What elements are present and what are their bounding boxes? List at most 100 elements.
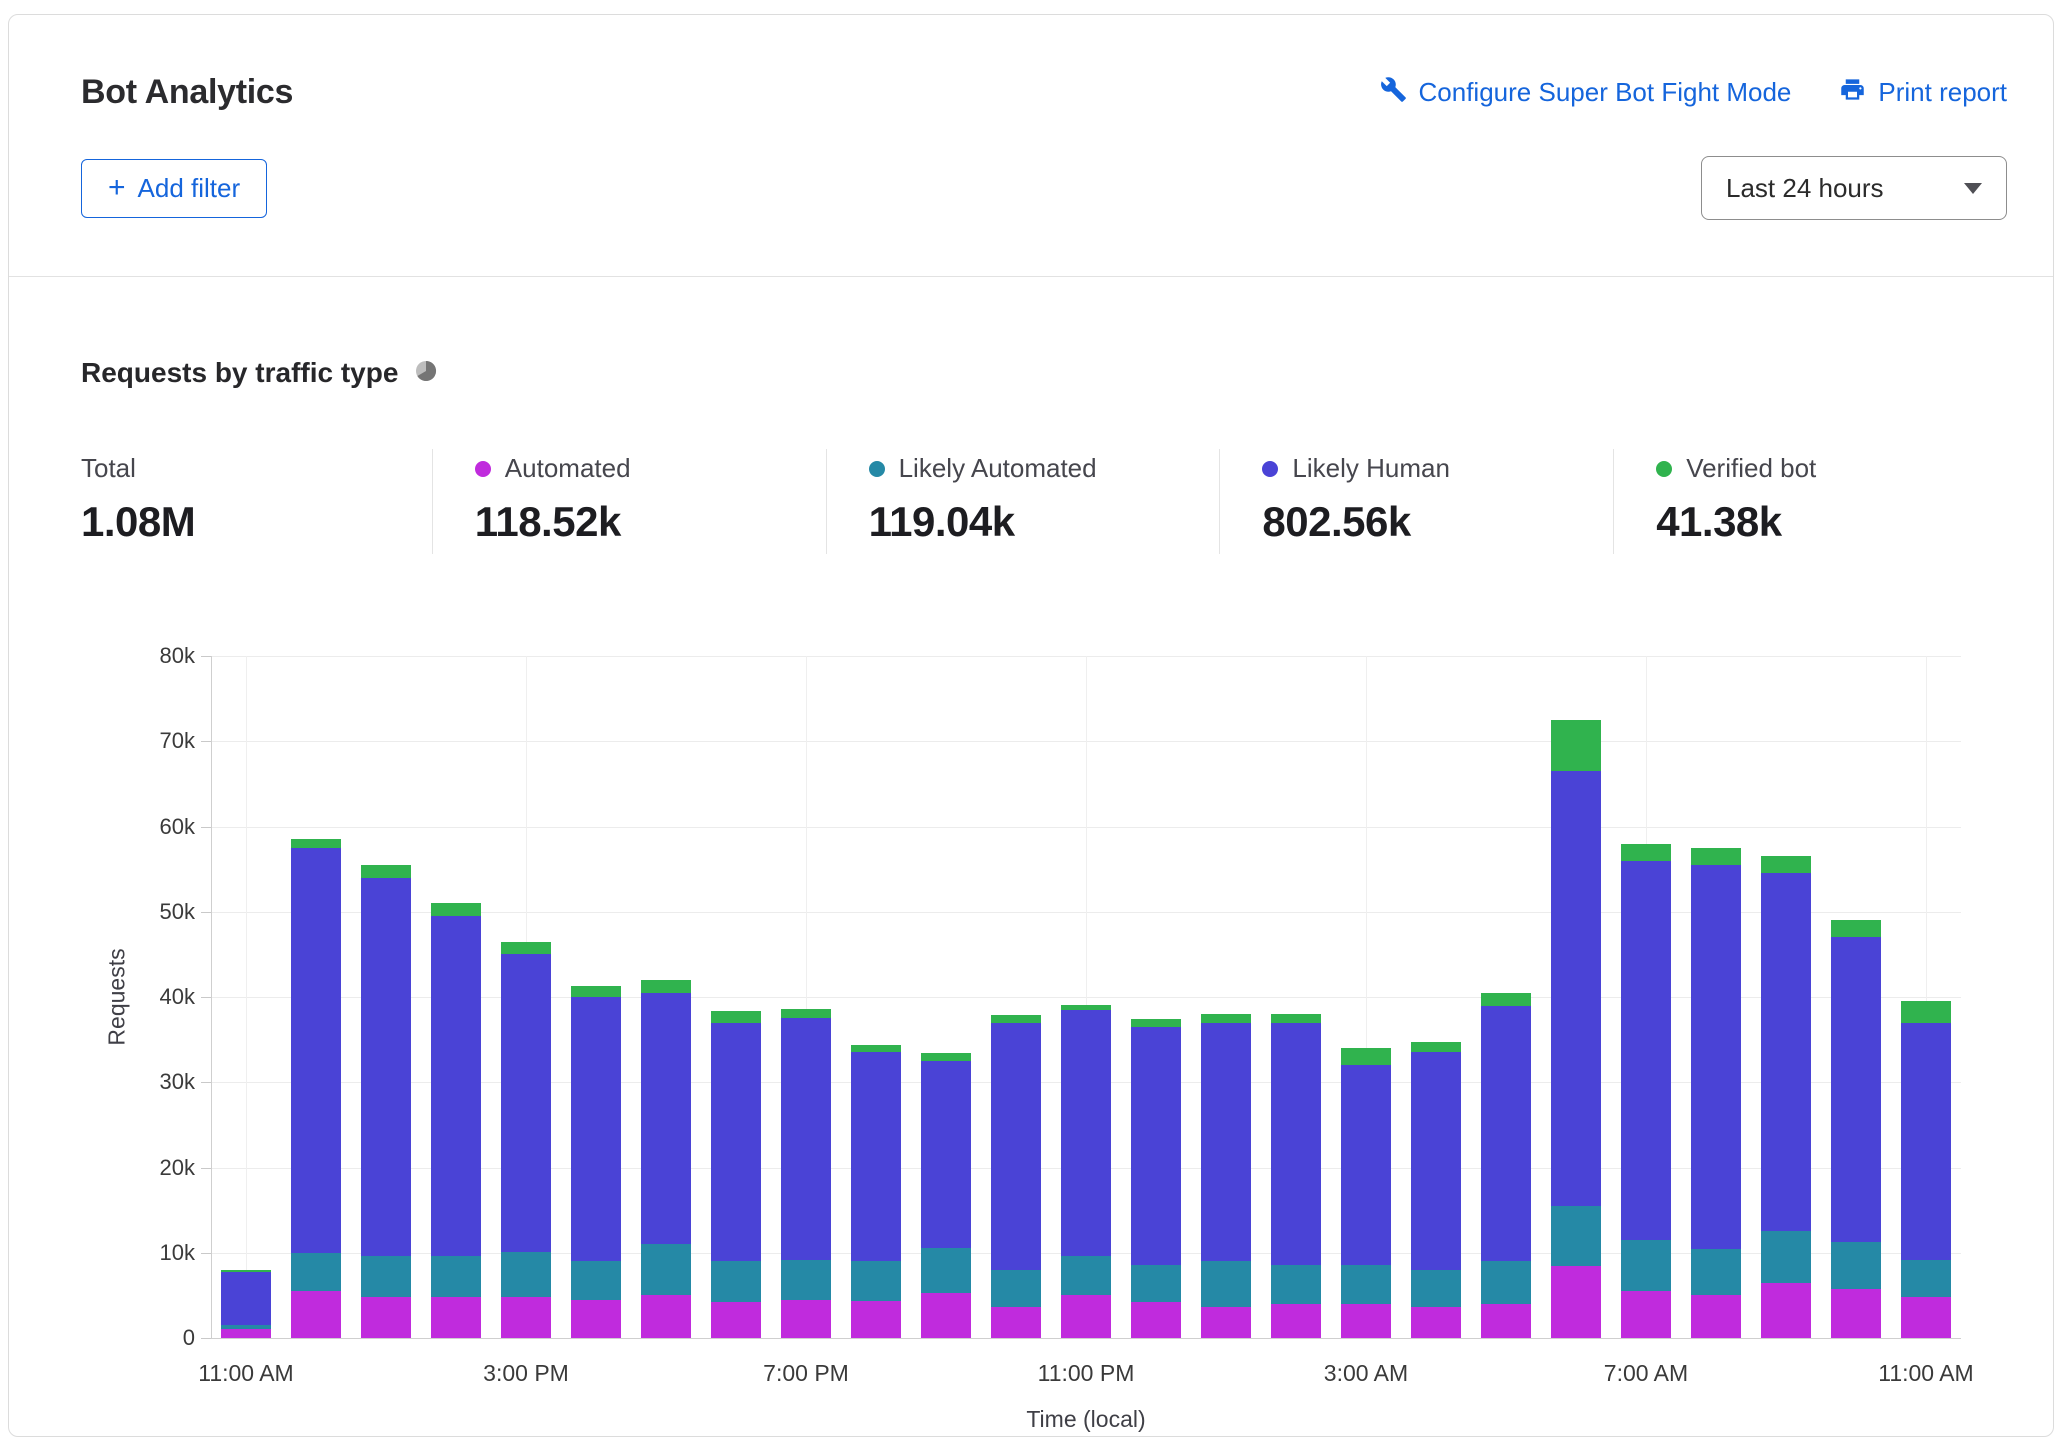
x-tick-label: 7:00 AM	[1536, 1360, 1756, 1387]
bar-hour-1[interactable]	[291, 839, 341, 1338]
time-range-select[interactable]: Last 24 hours	[1701, 156, 2007, 220]
stat-verified-bot[interactable]: Verified bot41.38k	[1613, 449, 2007, 554]
segment-likely-human	[1341, 1065, 1391, 1264]
segment-likely-human	[1131, 1027, 1181, 1265]
bar-hour-22[interactable]	[1761, 856, 1811, 1338]
y-tick-label: 50k	[85, 899, 195, 925]
stats-row: Total1.08MAutomated118.52kLikely Automat…	[81, 449, 2007, 554]
segment-automated	[361, 1297, 411, 1338]
segment-likely-automated	[1831, 1242, 1881, 1289]
segment-verified-bot	[1481, 993, 1531, 1006]
x-tick-label: 3:00 PM	[416, 1360, 636, 1387]
x-tick-label: 11:00 PM	[976, 1360, 1196, 1387]
segment-likely-human	[1061, 1010, 1111, 1256]
bar-hour-6[interactable]	[641, 980, 691, 1338]
stat-label: Likely Human	[1292, 453, 1450, 484]
segment-verified-bot	[291, 839, 341, 848]
bar-hour-17[interactable]	[1411, 1042, 1461, 1338]
segment-verified-bot	[1341, 1048, 1391, 1065]
segment-likely-automated	[501, 1252, 551, 1297]
stat-likely-human[interactable]: Likely Human 802.56k	[1219, 449, 1613, 554]
bar-hour-16[interactable]	[1341, 1048, 1391, 1338]
segment-automated	[921, 1293, 971, 1338]
bar-hour-3[interactable]	[431, 903, 481, 1338]
configure-super-bot-fight-mode-link[interactable]: Configure Super Bot Fight Mode	[1380, 76, 1792, 110]
segment-likely-automated	[1131, 1265, 1181, 1303]
y-tick-label: 30k	[85, 1069, 195, 1095]
x-tick-label: 3:00 AM	[1256, 1360, 1476, 1387]
segment-likely-human	[571, 997, 621, 1261]
stat-likely-automated[interactable]: Likely Automated119.04k	[826, 449, 1220, 554]
segment-likely-automated	[781, 1260, 831, 1299]
stat-value: 802.56k	[1262, 498, 1613, 546]
segment-verified-bot	[1831, 920, 1881, 937]
bar-hour-0[interactable]	[221, 1270, 271, 1338]
segment-verified-bot	[1621, 844, 1671, 861]
stat-automated[interactable]: Automated118.52k	[432, 449, 826, 554]
bar-hour-9[interactable]	[851, 1045, 901, 1338]
segment-likely-automated	[1691, 1249, 1741, 1296]
legend-dot	[1262, 461, 1278, 477]
bar-hour-19[interactable]	[1551, 720, 1601, 1338]
y-tick-label: 40k	[85, 984, 195, 1010]
segment-verified-bot	[781, 1009, 831, 1018]
bar-hour-23[interactable]	[1831, 920, 1881, 1338]
bar-hour-14[interactable]	[1201, 1014, 1251, 1338]
x-gridline	[246, 656, 247, 1338]
segment-verified-bot	[711, 1011, 761, 1023]
configure-link-label: Configure Super Bot Fight Mode	[1419, 77, 1792, 108]
segment-likely-human	[711, 1023, 761, 1262]
y-tick-label: 10k	[85, 1240, 195, 1266]
print-report-link[interactable]: Print report	[1839, 76, 2007, 110]
x-tick-label: 7:00 PM	[696, 1360, 916, 1387]
bar-hour-12[interactable]	[1061, 1005, 1111, 1338]
bar-hour-11[interactable]	[991, 1015, 1041, 1338]
bar-hour-24[interactable]	[1901, 1001, 1951, 1338]
segment-likely-human	[851, 1052, 901, 1261]
bar-hour-5[interactable]	[571, 986, 621, 1338]
bar-hour-10[interactable]	[921, 1053, 971, 1338]
bar-hour-4[interactable]	[501, 942, 551, 1338]
segment-automated	[1201, 1307, 1251, 1338]
segment-likely-automated	[991, 1270, 1041, 1308]
bar-hour-21[interactable]	[1691, 848, 1741, 1338]
segment-automated	[1551, 1266, 1601, 1338]
segment-verified-bot	[921, 1053, 971, 1061]
chevron-down-icon	[1964, 183, 1982, 194]
segment-verified-bot	[1201, 1014, 1251, 1023]
bar-hour-15[interactable]	[1271, 1014, 1321, 1338]
segment-verified-bot	[501, 942, 551, 955]
bar-hour-7[interactable]	[711, 1011, 761, 1338]
segment-likely-automated	[1901, 1260, 1951, 1297]
segment-likely-automated	[1341, 1265, 1391, 1304]
segment-automated	[501, 1297, 551, 1338]
add-filter-button[interactable]: + Add filter	[81, 159, 267, 218]
segment-likely-automated	[1061, 1256, 1111, 1295]
legend-dot	[1656, 461, 1672, 477]
segment-verified-bot	[1271, 1014, 1321, 1023]
segment-likely-automated	[711, 1261, 761, 1302]
x-axis-line	[211, 1338, 1961, 1339]
bar-hour-18[interactable]	[1481, 993, 1531, 1338]
segment-automated	[1901, 1297, 1951, 1338]
bar-hour-13[interactable]	[1131, 1019, 1181, 1338]
bar-hour-20[interactable]	[1621, 844, 1671, 1338]
stat-value: 118.52k	[475, 498, 826, 546]
y-axis-title: Requests	[104, 948, 131, 1045]
segment-likely-human	[921, 1061, 971, 1249]
stat-label: Verified bot	[1686, 453, 1816, 484]
legend-dot	[475, 461, 491, 477]
segment-verified-bot	[361, 865, 411, 878]
bar-hour-8[interactable]	[781, 1009, 831, 1338]
y-tick-label: 20k	[85, 1155, 195, 1181]
requests-section: Requests by traffic type Total1.08MAutom…	[9, 277, 2053, 1437]
segment-likely-human	[501, 954, 551, 1252]
stat-total[interactable]: Total1.08M	[81, 449, 432, 554]
segment-likely-human	[1271, 1023, 1321, 1265]
segment-verified-bot	[991, 1015, 1041, 1023]
segment-likely-human	[431, 916, 481, 1256]
segment-likely-human	[1411, 1052, 1461, 1269]
bar-hour-2[interactable]	[361, 865, 411, 1338]
header: Bot Analytics Configure Super Bot Fight …	[9, 15, 2053, 220]
pie-chart-icon	[414, 359, 438, 388]
